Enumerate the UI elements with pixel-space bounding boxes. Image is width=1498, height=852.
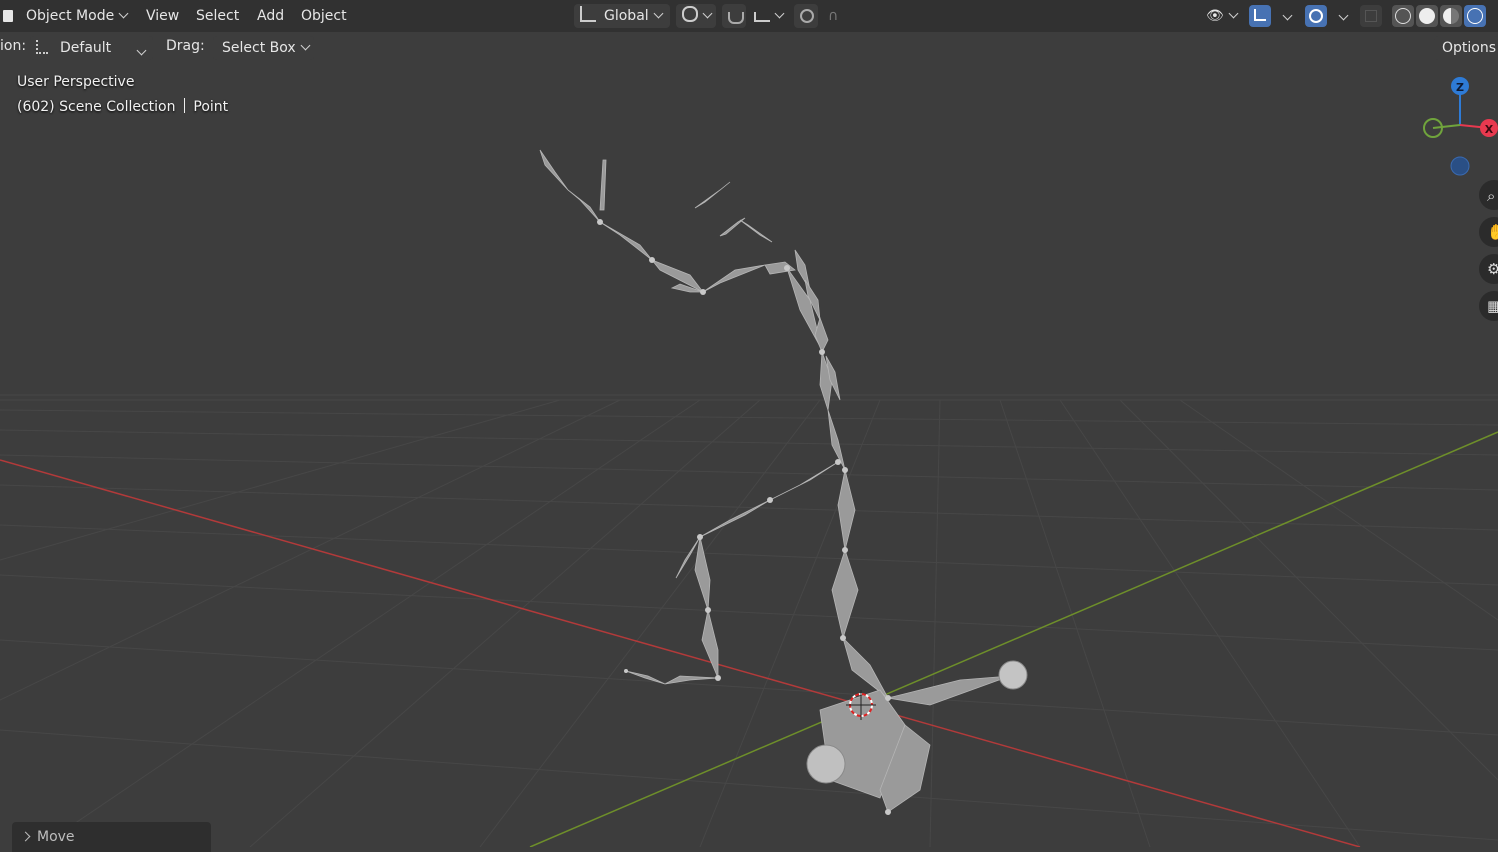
scene-info-text: (602) Scene Collection Point: [17, 96, 228, 115]
chevron-down-icon: [774, 8, 785, 19]
snap-increment-icon: [754, 12, 770, 22]
navigation-gizmo[interactable]: Z X: [1415, 70, 1498, 180]
menu-select[interactable]: Select: [196, 4, 239, 28]
pivot-icon: [682, 6, 698, 22]
axes-icon: [36, 40, 48, 54]
last-operator-panel[interactable]: Move: [12, 822, 211, 852]
overlays-toggle[interactable]: [1305, 5, 1327, 27]
separator: [183, 98, 185, 113]
orientation-icon: [580, 6, 596, 22]
material-sphere-icon: [1443, 8, 1459, 24]
options-dropdown[interactable]: Options: [1434, 36, 1498, 60]
drag-value-label: Select Box: [222, 40, 296, 56]
gizmo-toggle[interactable]: [1249, 5, 1271, 27]
snap-toggle[interactable]: [722, 4, 746, 28]
snap-target-dropdown[interactable]: [748, 4, 788, 28]
options-label: Options: [1442, 40, 1497, 56]
chevron-down-icon: [300, 40, 311, 51]
orientation-default-label: Default: [60, 40, 112, 56]
object-mode-label: Object Mode: [26, 8, 115, 24]
proportional-editing-toggle[interactable]: [794, 4, 818, 28]
x-axis-label: X: [1485, 123, 1494, 136]
visibility-dropdown[interactable]: 👁: [1200, 4, 1240, 28]
view-name-text: User Perspective: [17, 74, 135, 90]
eye-icon: 👁: [1206, 8, 1224, 24]
object-mode-dropdown[interactable]: Object Mode: [20, 4, 133, 28]
menu-add[interactable]: Add: [257, 4, 284, 28]
frame-number: (602): [17, 99, 55, 115]
falloff-curve-icon: ∩: [828, 8, 839, 24]
shading-rendered-button[interactable]: [1464, 5, 1486, 27]
collection-name: Scene Collection: [59, 99, 176, 115]
proportional-edit-icon: [800, 9, 814, 23]
hand-icon: ✋: [1487, 223, 1498, 241]
chevron-down-icon: [118, 8, 129, 19]
wireframe-sphere-icon: [1395, 8, 1411, 24]
magnet-icon: [728, 12, 744, 24]
proportional-falloff-dropdown[interactable]: ∩: [822, 4, 858, 28]
3d-viewport[interactable]: [0, 0, 1498, 847]
empty-sphere-right: [998, 660, 1028, 690]
tool-settings-bar: ion: Default Drag: Select Box Options: [0, 34, 1498, 62]
neg-z-axis-handle: [1450, 156, 1470, 176]
viewport-header: Object Mode View Select Add Object Globa…: [0, 0, 1498, 32]
menu-view[interactable]: View: [146, 4, 179, 28]
empty-sphere-left: [806, 744, 846, 784]
camera-icon: ⚙: [1487, 260, 1498, 278]
chevron-right-icon: [20, 831, 31, 842]
drag-select-box-dropdown[interactable]: Select Box: [213, 36, 314, 60]
pivot-point-dropdown[interactable]: [676, 4, 716, 28]
xray-icon: [1365, 10, 1377, 22]
chevron-down-icon: [1228, 8, 1239, 19]
chevron-down-icon: [136, 45, 147, 56]
rendered-sphere-icon: [1467, 8, 1483, 24]
gizmo-icon: [1254, 9, 1266, 21]
zoom-magnifier-icon: ⌕: [1487, 187, 1496, 205]
shading-material-button[interactable]: [1440, 5, 1462, 27]
gizmo-dropdown-chevron-icon[interactable]: [1282, 10, 1293, 21]
solid-sphere-icon: [1419, 8, 1435, 24]
orientation-field-label: ion:: [0, 38, 27, 54]
chevron-down-icon: [702, 8, 713, 19]
overlays-icon: [1309, 9, 1323, 23]
chevron-down-icon: [653, 8, 664, 19]
shading-wireframe-button[interactable]: [1392, 5, 1414, 27]
active-object-name: Point: [193, 99, 229, 115]
transform-orientation-default-dropdown[interactable]: Default: [30, 36, 153, 60]
drag-label: Drag:: [166, 38, 205, 54]
orientation-label: Global: [604, 8, 649, 24]
menu-object[interactable]: Object: [301, 4, 347, 28]
grid-perspective-icon: ▦: [1487, 297, 1498, 315]
z-axis-label: Z: [1456, 81, 1464, 94]
transform-orientation-dropdown[interactable]: Global: [574, 4, 670, 28]
object-mode-icon: [3, 10, 13, 22]
last-operator-label: Move: [37, 829, 75, 845]
xray-toggle[interactable]: [1360, 5, 1382, 27]
overlays-dropdown-chevron-icon[interactable]: [1338, 10, 1349, 21]
shading-solid-button[interactable]: [1416, 5, 1438, 27]
